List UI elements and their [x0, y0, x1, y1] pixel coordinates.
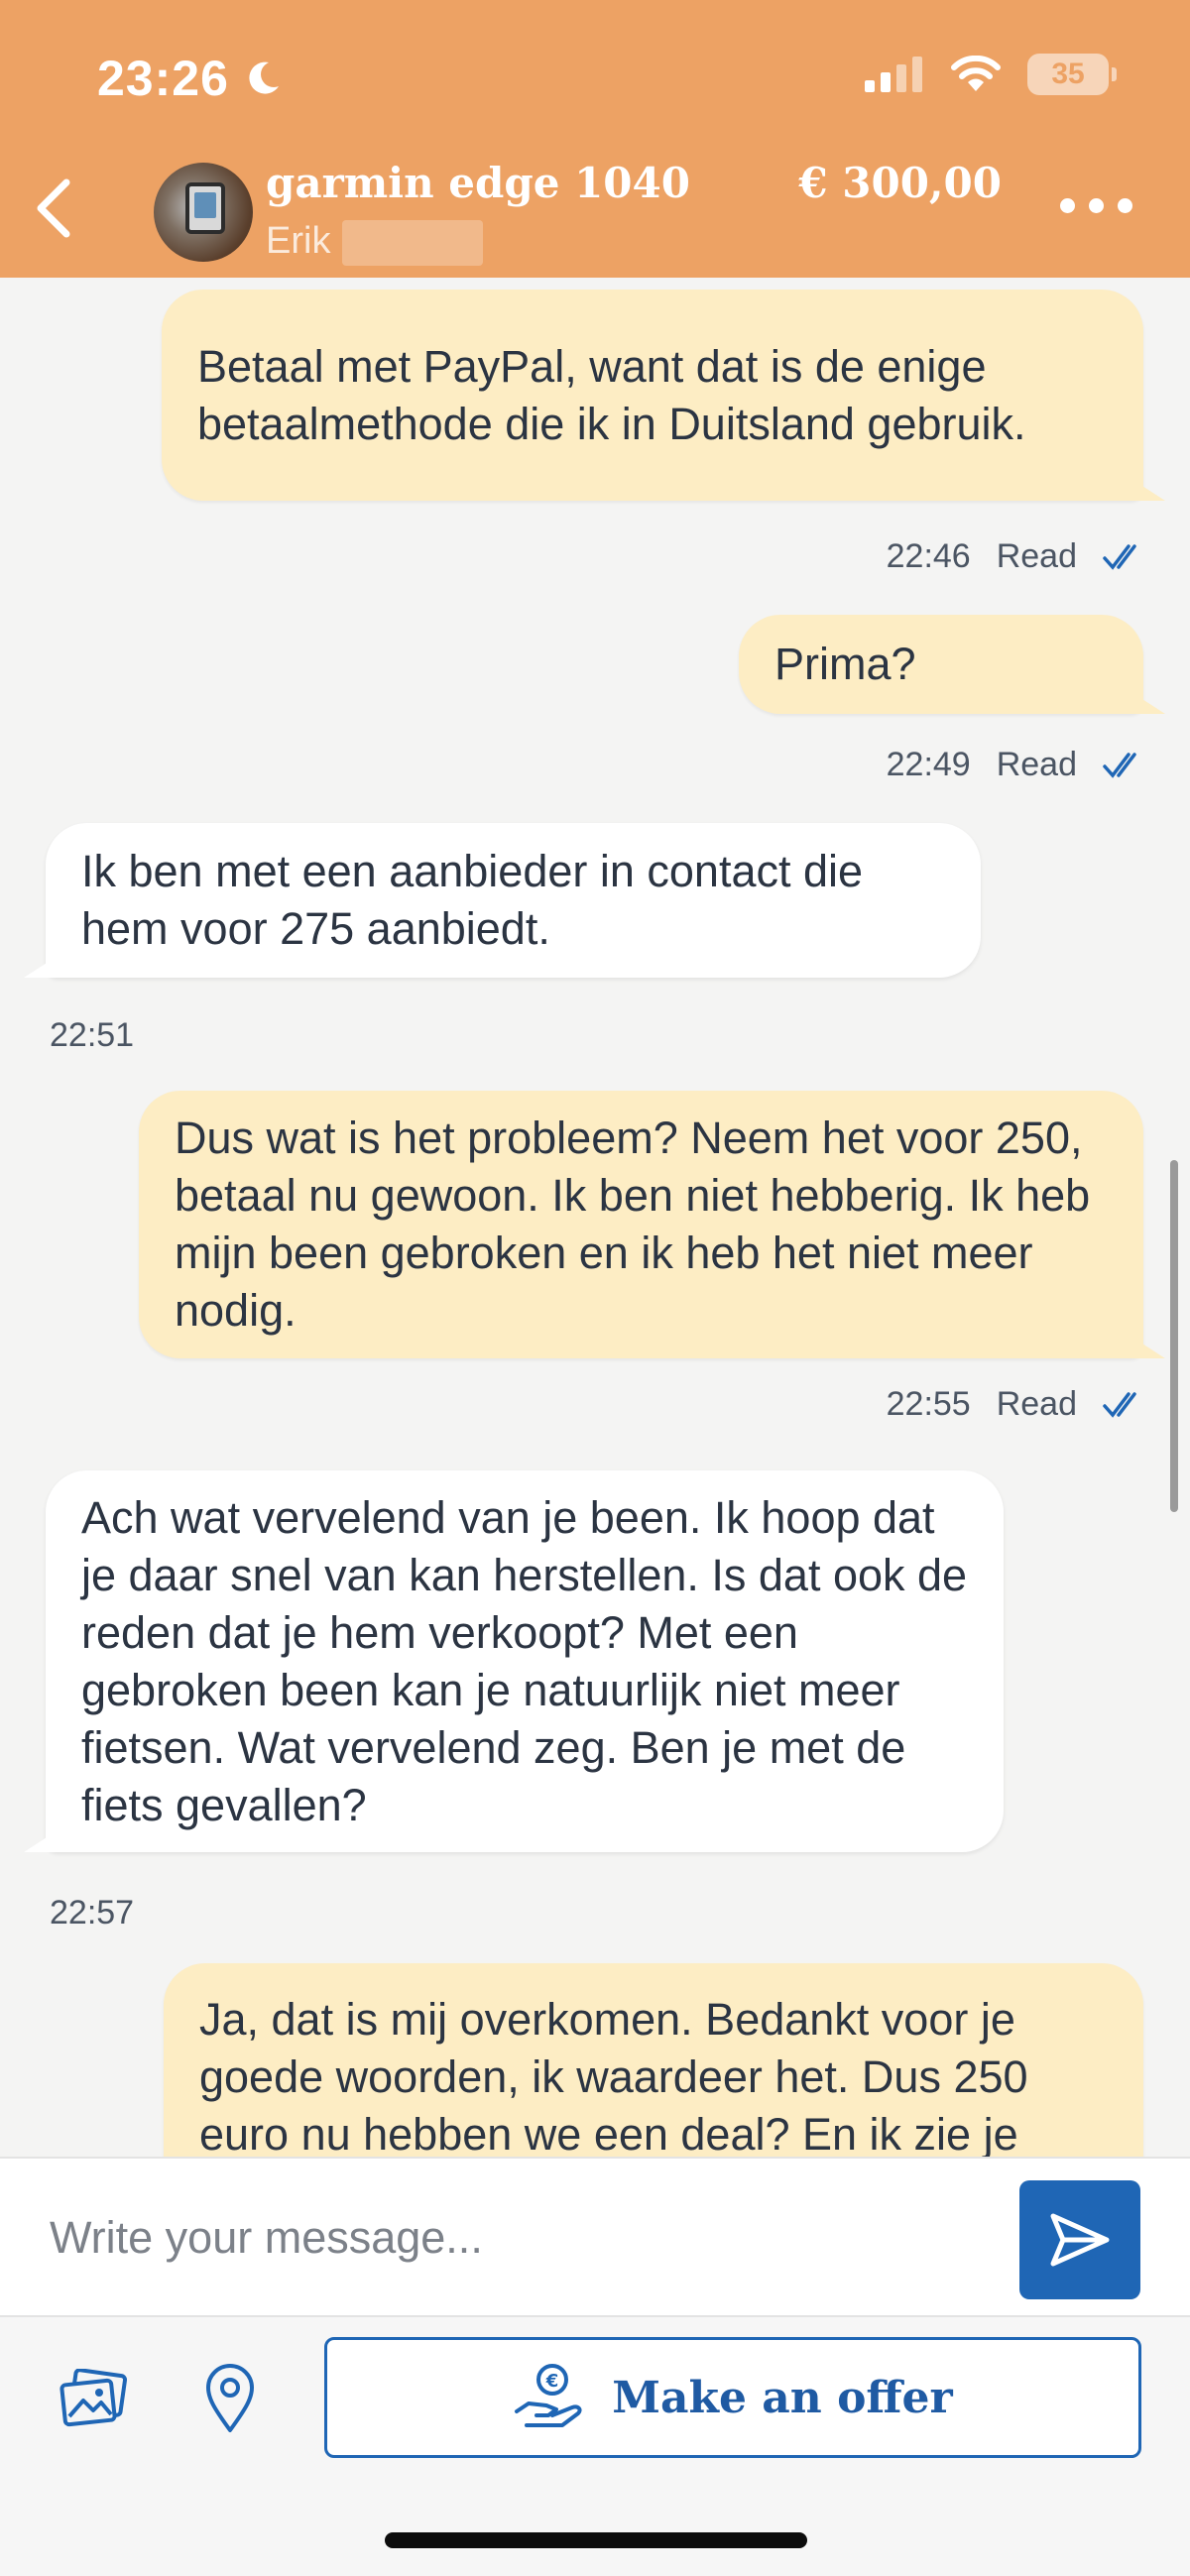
- message-meta: 22:51: [50, 1016, 134, 1055]
- battery-icon: 35: [1027, 54, 1117, 95]
- message-bubble-incoming: Ach wat vervelend van je been. Ik hoop d…: [24, 1470, 1004, 1852]
- message-text: Dus wat is het probleem? Neem het voor 2…: [175, 1112, 1091, 1336]
- message-bubble-outgoing: Ja, dat is mij overkomen. Bedankt voor j…: [164, 1963, 1143, 2157]
- message-bubble-outgoing: Dus wat is het probleem? Neem het voor 2…: [139, 1091, 1165, 1358]
- message-text: Betaal met PayPal, want dat is de enige …: [197, 340, 1026, 449]
- status-bar-time: 23:26: [97, 50, 283, 107]
- send-icon: [1050, 2213, 1110, 2267]
- svg-text:€: €: [545, 2371, 559, 2392]
- send-button[interactable]: [1019, 2180, 1140, 2299]
- message-meta: 22:57: [50, 1894, 134, 1932]
- message-time: 22:51: [50, 1016, 135, 1054]
- attach-photo-button[interactable]: [55, 2359, 134, 2438]
- message-thread[interactable]: Betaal met PayPal, want dat is de enige …: [0, 278, 1190, 2157]
- message-bubble-outgoing: Betaal met PayPal, want dat is de enige …: [162, 290, 1165, 501]
- message-text: Ik ben met een aanbieder in contact die …: [81, 846, 864, 954]
- chat-screen: 23:26 35 garmin edge 1040 Erik € 300,00 …: [0, 0, 1190, 2576]
- wifi-icon: [951, 56, 1001, 91]
- cellular-signal-icon: [865, 57, 922, 92]
- message-time: 22:55: [886, 1385, 971, 1423]
- location-pin-icon: [206, 2364, 254, 2432]
- message-time: 22:57: [50, 1894, 135, 1932]
- photo-gallery-icon: [60, 2369, 128, 2427]
- listing-title[interactable]: garmin edge 1040: [266, 159, 690, 207]
- double-check-icon: [1103, 543, 1136, 570]
- message-bubble-incoming: Ik ben met een aanbieder in contact die …: [24, 823, 981, 978]
- message-meta: 22:46 Read: [887, 537, 1144, 576]
- more-dots-icon: [1060, 198, 1075, 213]
- read-status: Read: [996, 537, 1077, 575]
- seller-name: Erik: [266, 220, 331, 262]
- message-time: 22:49: [886, 746, 971, 783]
- make-offer-label: Make an offer: [612, 2372, 953, 2423]
- battery-level: 35: [1051, 58, 1085, 90]
- message-bubble-outgoing: Prima?: [739, 615, 1165, 714]
- read-status: Read: [996, 1385, 1077, 1423]
- message-text: Prima?: [774, 639, 916, 689]
- make-offer-button[interactable]: € Make an offer: [324, 2337, 1141, 2458]
- message-composer: [0, 2157, 1190, 2317]
- do-not-disturb-moon-icon: [249, 61, 279, 94]
- home-indicator[interactable]: [385, 2532, 807, 2548]
- message-text: Ach wat vervelend van je been. Ik hoop d…: [81, 1491, 968, 1830]
- double-check-icon: [1103, 752, 1136, 778]
- chat-header: 23:26 35 garmin edge 1040 Erik € 300,00: [0, 0, 1190, 278]
- message-text: Ja, dat is mij overkomen. Bedankt voor j…: [199, 1994, 1028, 2157]
- back-button[interactable]: [18, 169, 87, 248]
- chevron-left-icon: [37, 178, 70, 238]
- message-input[interactable]: [50, 2198, 982, 2278]
- more-options-button[interactable]: [1060, 198, 1132, 213]
- scrollbar-thumb[interactable]: [1170, 1160, 1178, 1512]
- listing-thumbnail[interactable]: [154, 163, 253, 262]
- redacted-surname: [342, 220, 483, 266]
- read-status: Read: [996, 746, 1077, 783]
- message-meta: 22:49 Read: [887, 746, 1144, 784]
- message-meta: 22:55 Read: [887, 1385, 1144, 1424]
- double-check-icon: [1103, 1391, 1136, 1418]
- listing-price: € 300,00: [798, 159, 1002, 207]
- home-indicator-area: [0, 2469, 1190, 2576]
- action-bar: € Make an offer: [0, 2317, 1190, 2469]
- share-location-button[interactable]: [190, 2359, 270, 2438]
- clock-text: 23:26: [97, 51, 229, 106]
- hand-euro-coin-icon: €: [515, 2364, 582, 2427]
- message-time: 22:46: [886, 537, 971, 575]
- status-bar-indicators: 35: [865, 54, 1117, 95]
